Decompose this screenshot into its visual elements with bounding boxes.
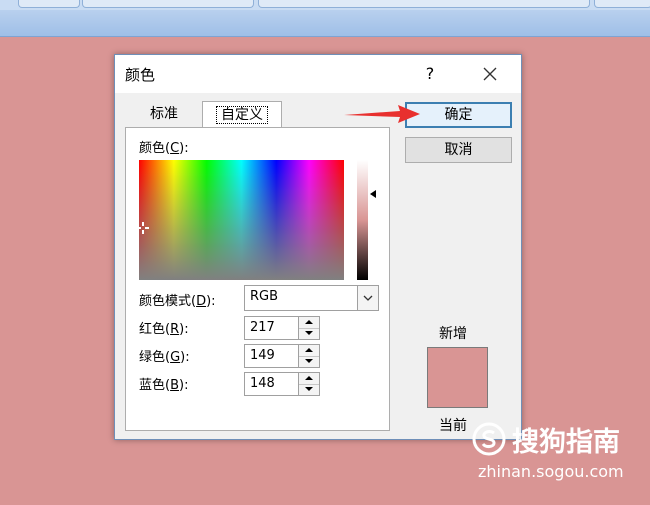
colors-label: 颜色(C):: [139, 141, 189, 156]
ribbon-tab[interactable]: [18, 0, 80, 8]
dialog-title: 颜色: [125, 66, 156, 84]
green-value: 149: [250, 348, 275, 363]
ribbon-tab[interactable]: [594, 0, 650, 8]
watermark: 搜狗指南 zhinan.sogou.com: [472, 420, 642, 490]
arrow-up-icon: [305, 348, 313, 352]
tab-custom-label: 自定义: [216, 106, 268, 124]
luminance-slider-arrow-icon[interactable]: [370, 190, 376, 198]
color-preview-swatch: [427, 347, 488, 408]
color-mode-select[interactable]: RGB: [244, 285, 379, 311]
blue-decrement-button[interactable]: [299, 384, 319, 395]
chevron-down-icon: [363, 295, 373, 301]
color-dialog: 颜色 ? 标准 自定义 颜色(C): 颜色模式(D): RGB 红色(R): 2…: [114, 54, 522, 440]
blue-value: 148: [250, 376, 275, 391]
arrow-up-icon: [305, 376, 313, 380]
red-spinner[interactable]: 217: [244, 316, 320, 340]
color-spectrum[interactable]: [139, 160, 344, 280]
new-color-label: 新增: [439, 326, 467, 342]
mode-label: 颜色模式(D):: [139, 294, 216, 309]
arrow-down-icon: [305, 359, 313, 363]
ribbon-top: [0, 0, 650, 10]
dropdown-button[interactable]: [357, 286, 378, 310]
color-mode-value: RGB: [250, 289, 279, 304]
ribbon-tab[interactable]: [258, 0, 590, 8]
cancel-button[interactable]: 取消: [405, 137, 512, 163]
arrow-down-icon: [305, 387, 313, 391]
arrow-up-icon: [305, 320, 313, 324]
custom-panel: 颜色(C): 颜色模式(D): RGB 红色(R): 217 绿色(G): 14…: [125, 127, 390, 431]
close-button[interactable]: [477, 63, 503, 85]
arrow-down-icon: [305, 331, 313, 335]
ribbon-tab[interactable]: [82, 0, 254, 8]
ribbon-band: [0, 10, 650, 37]
sogou-logo-icon: [472, 422, 506, 456]
tab-custom[interactable]: 自定义: [202, 101, 282, 128]
blue-spinner[interactable]: 148: [244, 372, 320, 396]
red-decrement-button[interactable]: [299, 328, 319, 339]
red-value: 217: [250, 320, 275, 335]
current-color-label: 当前: [439, 418, 467, 434]
dialog-title-bar: 颜色 ?: [115, 55, 521, 93]
green-spinner[interactable]: 149: [244, 344, 320, 368]
luminance-bar[interactable]: [357, 160, 368, 280]
annotation-arrow-icon: [344, 105, 420, 123]
watermark-url: zhinan.sogou.com: [478, 462, 624, 481]
blue-label: 蓝色(B):: [139, 378, 189, 393]
red-label: 红色(R):: [139, 322, 189, 337]
crosshair-icon[interactable]: [139, 222, 149, 234]
tab-standard[interactable]: 标准: [125, 103, 203, 125]
green-decrement-button[interactable]: [299, 356, 319, 367]
help-button[interactable]: ?: [419, 63, 441, 85]
watermark-name: 搜狗指南: [512, 427, 620, 458]
close-icon: [483, 67, 497, 81]
green-label: 绿色(G):: [139, 350, 190, 365]
